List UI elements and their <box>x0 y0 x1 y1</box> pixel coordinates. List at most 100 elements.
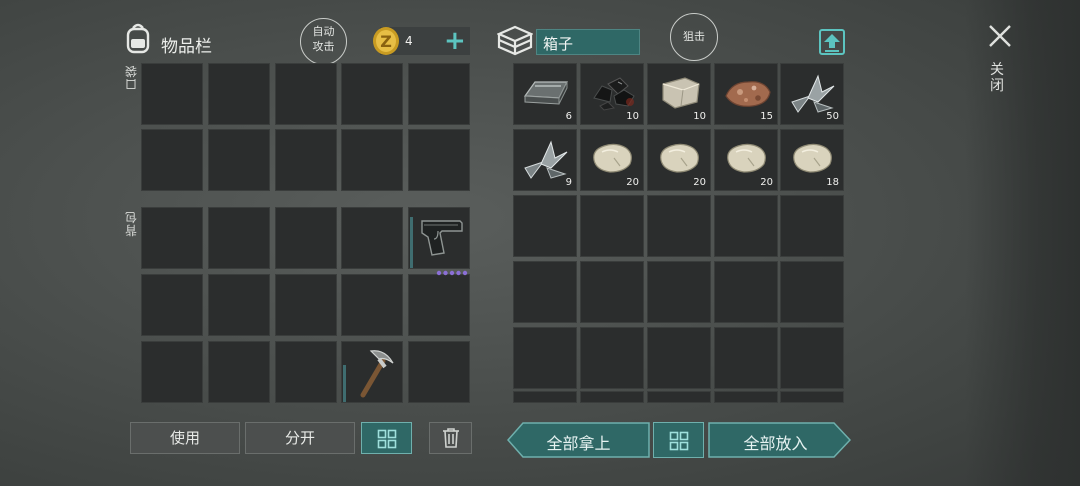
container-slot[interactable] <box>780 391 844 403</box>
item-count: 15 <box>760 111 773 122</box>
container-slot[interactable] <box>513 327 577 389</box>
container-item-slot[interactable]: 20 <box>714 129 778 191</box>
container-slot[interactable] <box>580 327 644 389</box>
pistol-icon <box>416 215 466 263</box>
inventory-slot[interactable] <box>208 207 270 269</box>
container-item-slot[interactable]: 10 <box>580 63 644 125</box>
iron-ingot-icon <box>521 72 571 116</box>
container-slot[interactable] <box>647 261 711 323</box>
container-item-slot[interactable]: 10 <box>647 63 711 125</box>
container-slot[interactable] <box>714 391 778 403</box>
auto-attack-label: 自动攻击 <box>312 25 335 53</box>
pickaxe-slot[interactable] <box>341 341 403 403</box>
sort-container-button[interactable] <box>653 422 704 458</box>
container-item-slot[interactable]: 15 <box>714 63 778 125</box>
container-item-slot[interactable]: 9 <box>513 129 577 191</box>
inventory-slot[interactable] <box>141 129 203 191</box>
trash-icon <box>441 427 461 459</box>
coin-icon: Z <box>371 25 401 57</box>
durability-bar <box>410 217 413 268</box>
inventory-slot[interactable] <box>141 274 203 336</box>
container-item-slot[interactable]: 50 <box>780 63 844 125</box>
inventory-slot[interactable] <box>275 274 337 336</box>
inventory-slot[interactable] <box>275 129 337 191</box>
item-count: 10 <box>626 111 639 122</box>
split-button[interactable]: 分开 <box>245 422 355 454</box>
container-slot[interactable] <box>513 391 577 403</box>
pickaxe-icon <box>349 345 399 403</box>
container-item-slot[interactable]: 18 <box>780 129 844 191</box>
inventory-slot[interactable] <box>275 341 337 403</box>
inventory-slot[interactable] <box>341 274 403 336</box>
container-title-field: 箱子 <box>536 29 640 55</box>
pocket-label: 口袋 <box>124 64 137 91</box>
container-slot[interactable] <box>513 261 577 323</box>
auto-attack-button[interactable]: 自动攻击 <box>300 18 347 65</box>
stone-icon <box>588 138 636 182</box>
snipe-button[interactable]: 狙击 <box>670 13 718 61</box>
item-count: 18 <box>826 177 839 188</box>
inventory-slot[interactable] <box>408 63 470 125</box>
inventory-slot[interactable] <box>408 274 470 336</box>
sort-inventory-button[interactable] <box>361 422 412 454</box>
iron-ore-icon <box>722 72 774 116</box>
pistol-slot[interactable] <box>408 207 470 276</box>
item-count: 20 <box>626 177 639 188</box>
scrap-metal-icon <box>521 138 571 186</box>
container-item-slot[interactable]: 20 <box>647 129 711 191</box>
coal-icon <box>588 72 640 116</box>
svg-text:Z: Z <box>380 32 392 51</box>
discard-button[interactable] <box>429 422 472 454</box>
storage-box-icon <box>496 25 534 57</box>
container-slot[interactable] <box>714 327 778 389</box>
stone-icon <box>788 138 836 182</box>
put-all-button[interactable]: 全部放入 <box>708 422 851 458</box>
container-slot[interactable] <box>580 261 644 323</box>
take-all-button[interactable]: 全部拿上 <box>507 422 650 458</box>
inventory-slot[interactable] <box>341 129 403 191</box>
limestone-icon <box>655 72 705 116</box>
container-item-slot[interactable]: 6 <box>513 63 577 125</box>
backpack-label: 背包 <box>124 210 137 237</box>
container-slot[interactable] <box>647 327 711 389</box>
inventory-slot[interactable] <box>341 63 403 125</box>
inventory-slot[interactable] <box>341 207 403 269</box>
coin-count: 4 <box>405 34 413 48</box>
inventory-slot[interactable] <box>141 207 203 269</box>
container-slot[interactable] <box>513 195 577 257</box>
container-slot[interactable] <box>780 261 844 323</box>
snipe-label: 狙击 <box>683 30 705 43</box>
container-slot[interactable] <box>580 195 644 257</box>
inventory-slot[interactable] <box>408 129 470 191</box>
container-slot[interactable] <box>780 327 844 389</box>
inventory-slot[interactable] <box>208 129 270 191</box>
stone-icon <box>655 138 703 182</box>
add-coins-icon[interactable]: + <box>444 26 466 56</box>
inventory-slot[interactable] <box>275 207 337 269</box>
container-item-slot[interactable]: 20 <box>580 129 644 191</box>
close-label[interactable]: 关闭 <box>990 62 1006 94</box>
inventory-slot[interactable] <box>208 63 270 125</box>
container-slot[interactable] <box>714 195 778 257</box>
container-slot[interactable] <box>714 261 778 323</box>
close-icon[interactable] <box>987 23 1013 49</box>
container-slot[interactable] <box>647 195 711 257</box>
inventory-slot[interactable] <box>208 274 270 336</box>
upload-icon[interactable] <box>818 28 846 56</box>
item-count: 20 <box>693 177 706 188</box>
inventory-slot[interactable] <box>141 63 203 125</box>
inventory-title: 物品栏 <box>161 37 212 57</box>
container-slot[interactable] <box>647 391 711 403</box>
durability-bar <box>343 365 346 402</box>
inventory-slot[interactable] <box>408 341 470 403</box>
item-count: 20 <box>760 177 773 188</box>
container-slot[interactable] <box>780 195 844 257</box>
item-count: 9 <box>565 177 572 188</box>
grid-sort-icon <box>377 429 397 453</box>
container-slot[interactable] <box>580 391 644 403</box>
inventory-slot[interactable] <box>208 341 270 403</box>
item-count: 6 <box>565 111 572 122</box>
inventory-slot[interactable] <box>275 63 337 125</box>
inventory-slot[interactable] <box>141 341 203 403</box>
use-button[interactable]: 使用 <box>130 422 240 454</box>
